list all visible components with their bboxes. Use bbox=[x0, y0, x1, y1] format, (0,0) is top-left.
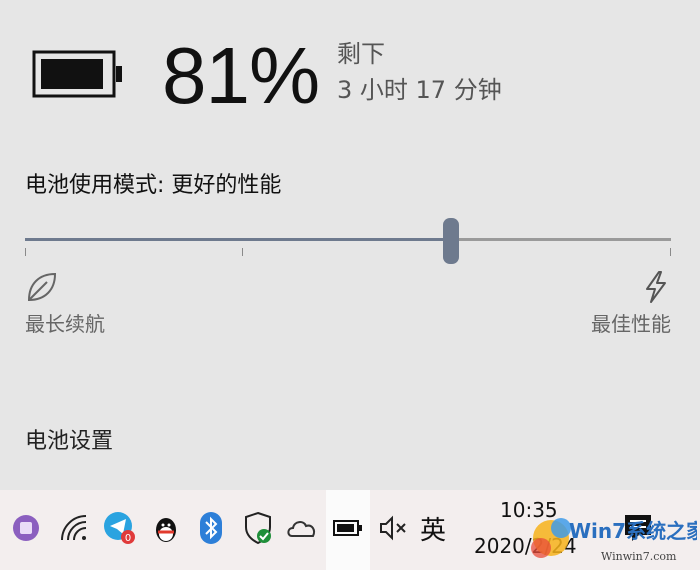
telegram-badge: 0 bbox=[125, 533, 131, 544]
input-language-indicator[interactable]: 英 bbox=[420, 510, 446, 547]
battery-large-icon bbox=[32, 50, 122, 98]
volume-mute-icon[interactable] bbox=[376, 510, 412, 546]
telegram-icon[interactable]: 0 bbox=[102, 510, 138, 546]
battery-icon bbox=[333, 520, 362, 536]
battery-settings-link[interactable]: 电池设置 bbox=[25, 426, 113, 458]
battery-percentage: 81% bbox=[162, 31, 320, 120]
slider-tick bbox=[242, 248, 243, 256]
bluetooth-icon[interactable] bbox=[193, 510, 229, 546]
battery-tray-button[interactable] bbox=[326, 490, 370, 570]
wifi-icon[interactable] bbox=[56, 510, 92, 546]
slider-tick bbox=[25, 248, 26, 256]
watermark-logo: Win7系统之家 Winwin7.com bbox=[531, 518, 697, 563]
remaining-time: 3 小时 17 分钟 bbox=[337, 76, 502, 104]
best-battery-label: 最长续航 bbox=[25, 312, 105, 336]
watermark-brand: Win7系统之家 bbox=[569, 519, 697, 543]
app-icon[interactable] bbox=[8, 510, 44, 546]
leaf-icon bbox=[27, 272, 57, 302]
best-performance-label: 最佳性能 bbox=[591, 312, 671, 336]
onedrive-cloud-icon[interactable] bbox=[284, 510, 320, 546]
watermark-url: Winwin7.com bbox=[601, 550, 677, 563]
slider-thumb[interactable] bbox=[443, 218, 459, 264]
remaining-label: 剩下 bbox=[337, 40, 385, 68]
qq-icon[interactable] bbox=[148, 510, 184, 546]
slider-tick bbox=[670, 248, 671, 256]
security-shield-icon[interactable] bbox=[240, 510, 276, 546]
lightning-bolt-icon bbox=[646, 271, 666, 303]
slider-fill bbox=[25, 238, 451, 241]
power-mode-title: 电池使用模式: 更好的性能 bbox=[25, 173, 282, 198]
power-mode-slider[interactable] bbox=[25, 210, 671, 270]
battery-flyout: 81% 剩下 3 小时 17 分钟 电池使用模式: 更好的性能 最长续航 最佳性… bbox=[0, 0, 700, 490]
